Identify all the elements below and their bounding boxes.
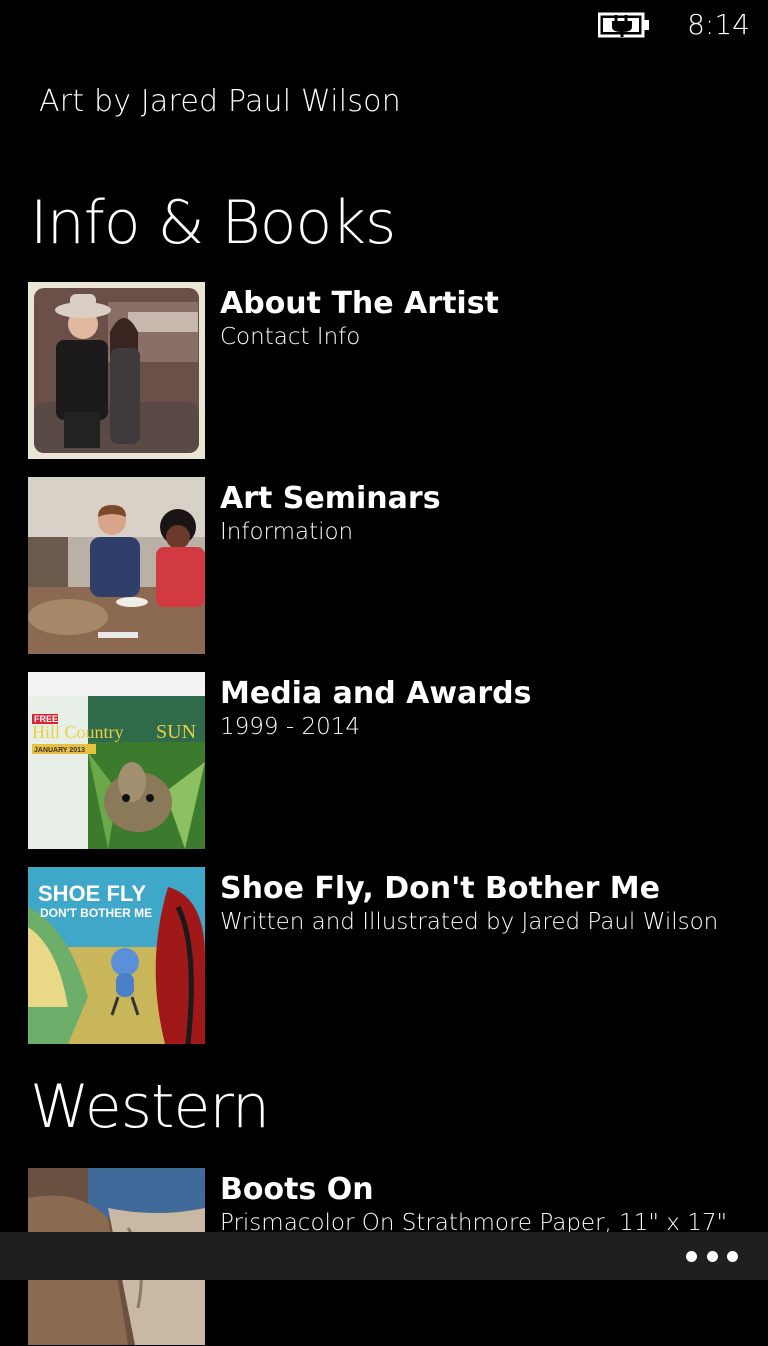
item-title: Art Seminars	[220, 481, 441, 516]
item-subtitle: Contact Info	[220, 324, 361, 350]
list-item-about-the-artist[interactable]: About The Artist Contact Info	[28, 282, 748, 460]
section-header-info-books[interactable]: Info & Books	[30, 188, 396, 258]
item-subtitle: Information	[220, 519, 354, 545]
item-title: Boots On	[220, 1172, 374, 1207]
list-item-art-seminars[interactable]: Art Seminars Information	[28, 477, 748, 655]
thumbnail-date-text: JANUARY 2013	[34, 747, 85, 754]
list-item-shoe-fly[interactable]: SHOE FLY DON'T BOTHER ME Shoe Fly, Don't…	[28, 867, 748, 1045]
artist-photo-thumbnail	[28, 282, 205, 459]
item-title: About The Artist	[220, 286, 499, 321]
application-bar	[0, 1232, 768, 1280]
thumbnail-subtitle-text: DON'T BOTHER ME	[40, 906, 152, 920]
magazine-cover-thumbnail: FREE Hill Country SUN JANUARY 2013	[28, 672, 205, 849]
thumbnail-title-text: SHOE FLY	[38, 881, 146, 906]
list-item-media-and-awards[interactable]: FREE Hill Country SUN JANUARY 2013 Media…	[28, 672, 748, 850]
status-bar: 8:14	[0, 0, 768, 50]
section-header-western[interactable]: Western	[30, 1072, 270, 1142]
ellipsis-icon[interactable]	[686, 1246, 738, 1266]
app-title: Art by Jared Paul Wilson	[39, 84, 401, 119]
dot	[686, 1250, 697, 1262]
item-title: Shoe Fly, Don't Bother Me	[220, 871, 661, 906]
battery-charging-icon	[598, 12, 649, 38]
item-subtitle: 1999 - 2014	[220, 714, 360, 740]
dot	[727, 1250, 738, 1262]
thumbnail-masthead-text: Hill Country	[32, 722, 124, 742]
thumbnail-masthead-sun-text: SUN	[156, 721, 196, 743]
seminar-photo-thumbnail	[28, 477, 205, 654]
dot	[706, 1250, 718, 1262]
item-title: Media and Awards	[220, 676, 532, 711]
clock: 8:14	[687, 8, 750, 41]
book-cover-thumbnail: SHOE FLY DON'T BOTHER ME	[28, 867, 205, 1044]
item-subtitle: Written and Illustrated by Jared Paul Wi…	[220, 909, 719, 935]
